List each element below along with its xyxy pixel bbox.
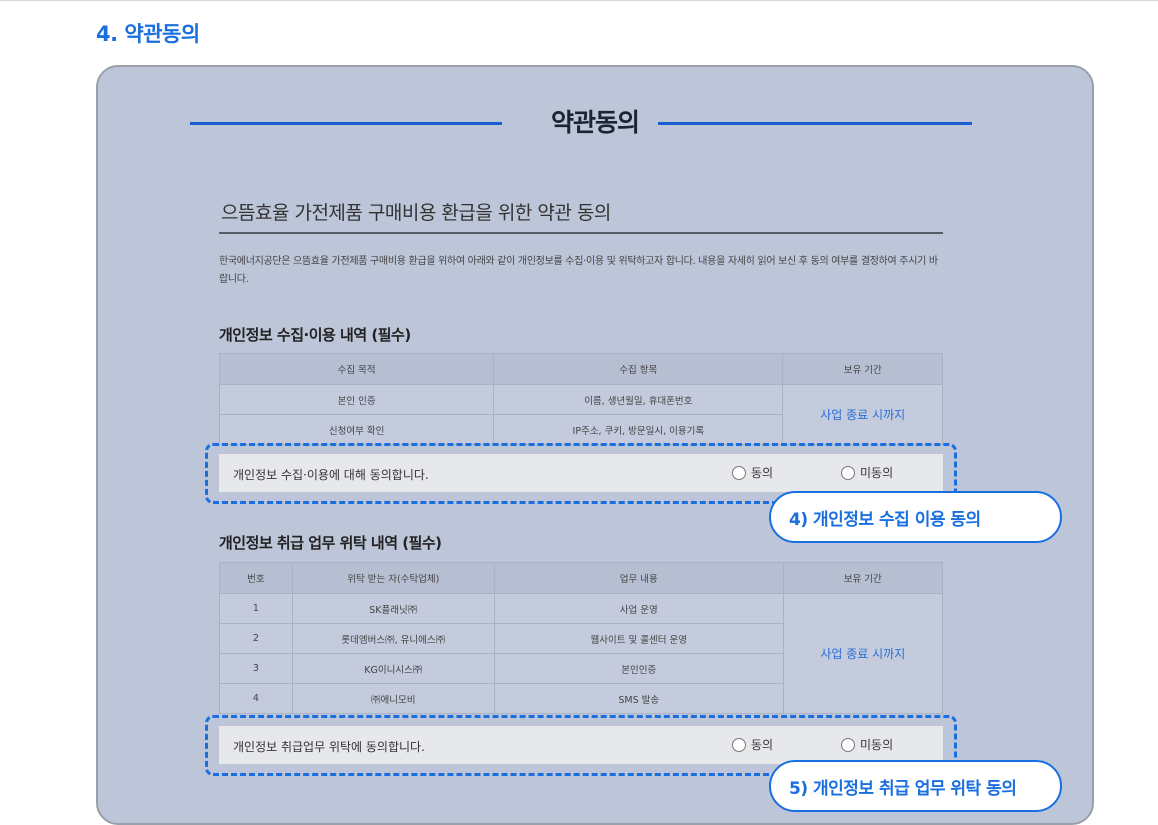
table-cell: SMS 발송 <box>493 683 784 714</box>
table-row: 1 SK플래닛㈜ 사업 운영 사업 종료 시까지 <box>219 593 944 714</box>
table-cell: ㈜애니모비 <box>291 683 495 714</box>
consignment-callout: 5) 개인정보 취급 업무 위탁 동의 <box>769 760 1062 812</box>
table-header: 번호 <box>219 562 293 594</box>
top-divider <box>0 0 1158 1</box>
intro-text: 한국에너지공단은 으뜸효율 가전제품 구매비용 환급을 위하여 아래와 같이 개… <box>219 256 938 285</box>
collection-callout: 4) 개인정보 수집 이용 동의 <box>769 491 1062 543</box>
document-title: 으뜸효율 가전제품 구매비용 환급을 위한 약관 동의 <box>221 202 611 224</box>
table-cell: 롯데엠버스㈜, 유니에스㈜ <box>291 623 495 654</box>
table-cell: 4 <box>219 683 293 714</box>
consignment-title: 개인정보 취급 업무 위탁 내역 (필수) <box>219 534 442 552</box>
retention-period: 사업 종료 시까지 <box>782 593 944 714</box>
table-cell: SK플래닛㈜ <box>291 593 495 624</box>
document-title-rule <box>219 232 943 234</box>
collection-table: 수집 목적 수집 항목 보유 기간 본인 인증 이름, 생년월일, 휴대폰번호 … <box>218 353 943 445</box>
table-header: 보유 기간 <box>782 353 943 385</box>
table-cell: 신청여부 확인 <box>218 414 495 445</box>
table-header: 업무 내용 <box>493 562 784 594</box>
table-cell: 3 <box>219 653 293 684</box>
section-title: 4. 약관동의 <box>96 22 200 46</box>
table-cell: 본인인증 <box>493 653 784 684</box>
panel-header-title: 약관동의 <box>550 108 640 137</box>
table-header: 위탁 받는 자(수탁업체) <box>291 562 495 594</box>
table-cell: 2 <box>219 623 293 654</box>
table-cell: 이름, 생년월일, 휴대폰번호 <box>493 384 784 415</box>
retention-period: 사업 종료 시까지 <box>782 384 943 445</box>
table-cell: IP주소, 쿠키, 방문일시, 이용기록 <box>493 414 784 445</box>
table-cell: 웹사이트 및 콜센터 운영 <box>493 623 784 654</box>
table-cell: 사업 운영 <box>493 593 784 624</box>
table-cell: 1 <box>219 593 293 624</box>
collection-title: 개인정보 수집·이용 내역 (필수) <box>219 326 411 344</box>
table-cell: KG이니시스㈜ <box>291 653 495 684</box>
table-header: 수집 항목 <box>493 353 784 385</box>
consignment-table: 번호 위탁 받는 자(수탁업체) 업무 내용 보유 기간 1 SK플래닛㈜ 사업… <box>219 562 944 714</box>
table-cell: 본인 인증 <box>218 384 495 415</box>
table-header: 보유 기간 <box>782 562 944 594</box>
table-header: 수집 목적 <box>218 353 495 385</box>
table-row: 본인 인증 이름, 생년월일, 휴대폰번호 사업 종료 시까지 <box>218 384 943 445</box>
